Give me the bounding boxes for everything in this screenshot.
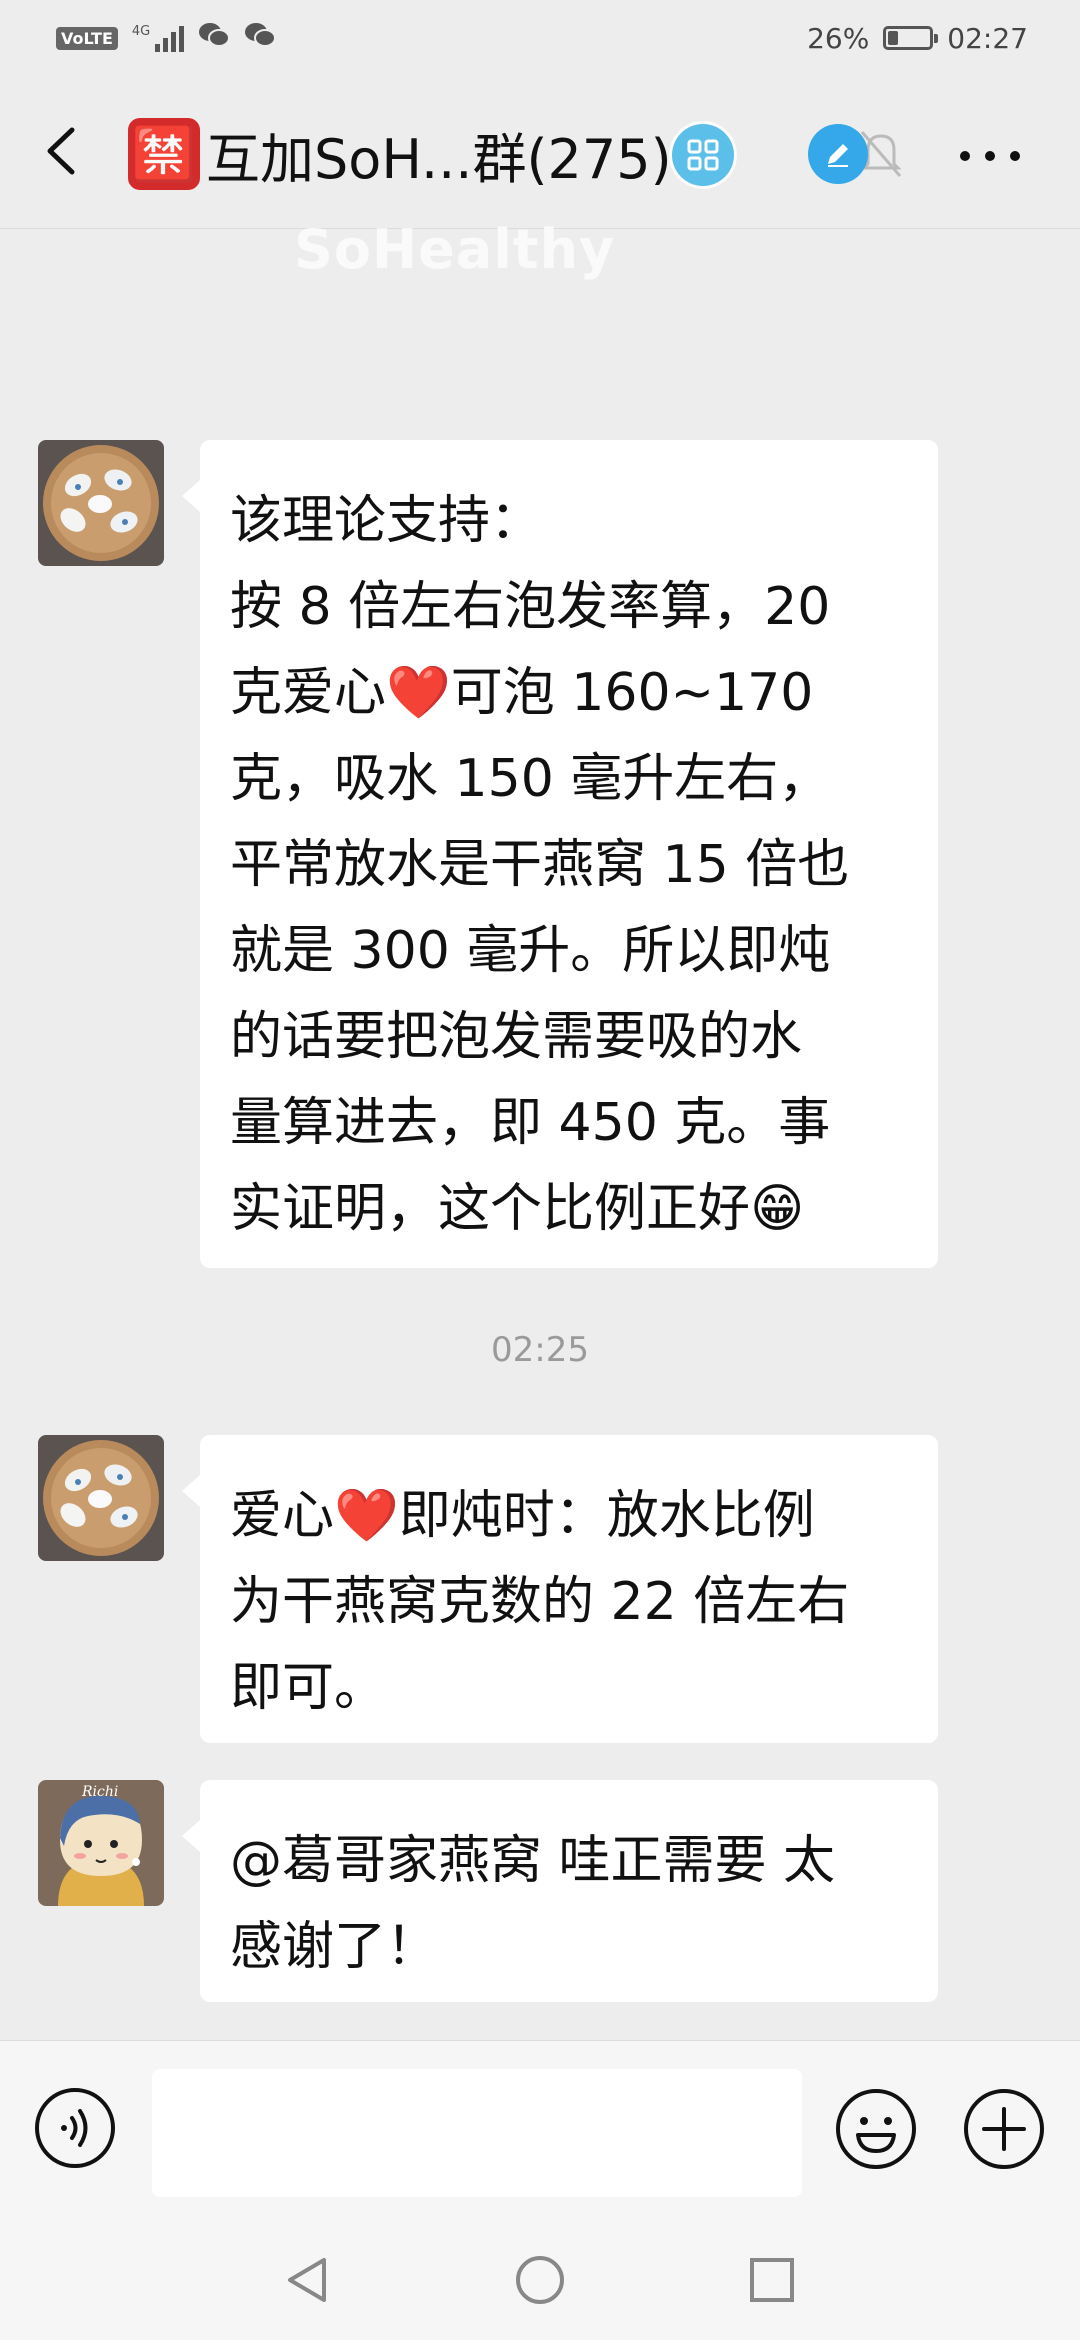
message-line: @葛哥家燕窝 哇正需要 太 — [230, 1831, 836, 1891]
sender-avatar[interactable] — [38, 440, 164, 566]
mini-program-icon[interactable] — [672, 124, 734, 186]
sender-avatar[interactable] — [38, 1435, 164, 1561]
input-bar — [0, 2040, 1080, 2221]
chat-title: 互加SoH...群(275) — [206, 127, 672, 191]
back-arrow-icon[interactable] — [34, 116, 98, 186]
message-line: 该理论支持： — [230, 491, 543, 551]
emoji-icon[interactable] — [834, 2087, 918, 2171]
message-line: 按 8 倍左右泡发率算，20 — [230, 577, 831, 637]
home-circle-icon[interactable] — [510, 2250, 570, 2310]
watermark-text: SoHealthy — [294, 218, 616, 281]
message-line: 克爱心❤️可泡 160~170 — [230, 663, 814, 723]
ban-emoji-badge: 🈲 — [128, 118, 200, 190]
volte-icon: VoLTE — [56, 26, 118, 50]
message-line: 量算进去，即 450 克。事 — [230, 1093, 831, 1153]
status-left: VoLTE 4G — [56, 20, 277, 56]
message-line: 感谢了！ — [230, 1917, 439, 1977]
message-line: 即可。 — [230, 1658, 387, 1718]
signal-icon: 4G — [131, 24, 185, 52]
more-icon[interactable] — [960, 146, 1020, 166]
plus-icon[interactable] — [962, 2087, 1046, 2171]
message-line: 实证明，这个比例正好😁 — [230, 1179, 805, 1239]
status-right: 26% 02:27 — [807, 18, 1028, 58]
wechat-notification-icon — [244, 21, 277, 55]
message-line: 克，吸水 150 毫升左右， — [230, 749, 831, 809]
wechat-notification-icon — [198, 21, 231, 55]
message-line: 爱心❤️即炖时：放水比例 — [230, 1486, 815, 1546]
system-navigation-bar — [0, 2220, 1080, 2340]
edit-icon[interactable] — [808, 124, 868, 184]
network-type: 4G — [131, 24, 151, 39]
chat-title-area[interactable]: 🈲 互加SoH...群(275) — [128, 118, 738, 190]
message-input[interactable] — [152, 2069, 802, 2197]
avatar-text: Richi — [82, 1784, 119, 1800]
message-line: 就是 300 毫升。所以即炖 — [230, 921, 831, 981]
battery-percent: 26% — [807, 21, 870, 55]
message-line: 平常放水是干燕窝 15 倍也 — [230, 835, 850, 895]
message-bubble[interactable]: @葛哥家燕窝 哇正需要 太 感谢了！ — [182, 1780, 938, 2002]
message-line: 为干燕窝克数的 22 倍左右 — [230, 1572, 850, 1632]
sender-avatar[interactable]: Richi — [38, 1780, 164, 1906]
status-bar: VoLTE 4G 26% 02:27 — [0, 0, 1080, 76]
chat-header: 🈲 互加SoH...群(275) — [0, 76, 1080, 229]
message-bubble[interactable]: 爱心❤️即炖时：放水比例 为干燕窝克数的 22 倍左右 即可。 — [182, 1435, 938, 1743]
message-bubble[interactable]: 该理论支持： 按 8 倍左右泡发率算，20 克爱心❤️可泡 160~170 克，… — [182, 440, 938, 1268]
battery-icon — [883, 26, 939, 50]
back-triangle-icon[interactable] — [278, 2250, 338, 2310]
voice-icon[interactable] — [34, 2087, 116, 2169]
message-timestamp: 02:25 — [491, 1330, 589, 1370]
message-line: 的话要把泡发需要吸的水 — [230, 1007, 803, 1067]
clock: 02:27 — [947, 21, 1028, 55]
recents-square-icon[interactable] — [742, 2250, 802, 2310]
